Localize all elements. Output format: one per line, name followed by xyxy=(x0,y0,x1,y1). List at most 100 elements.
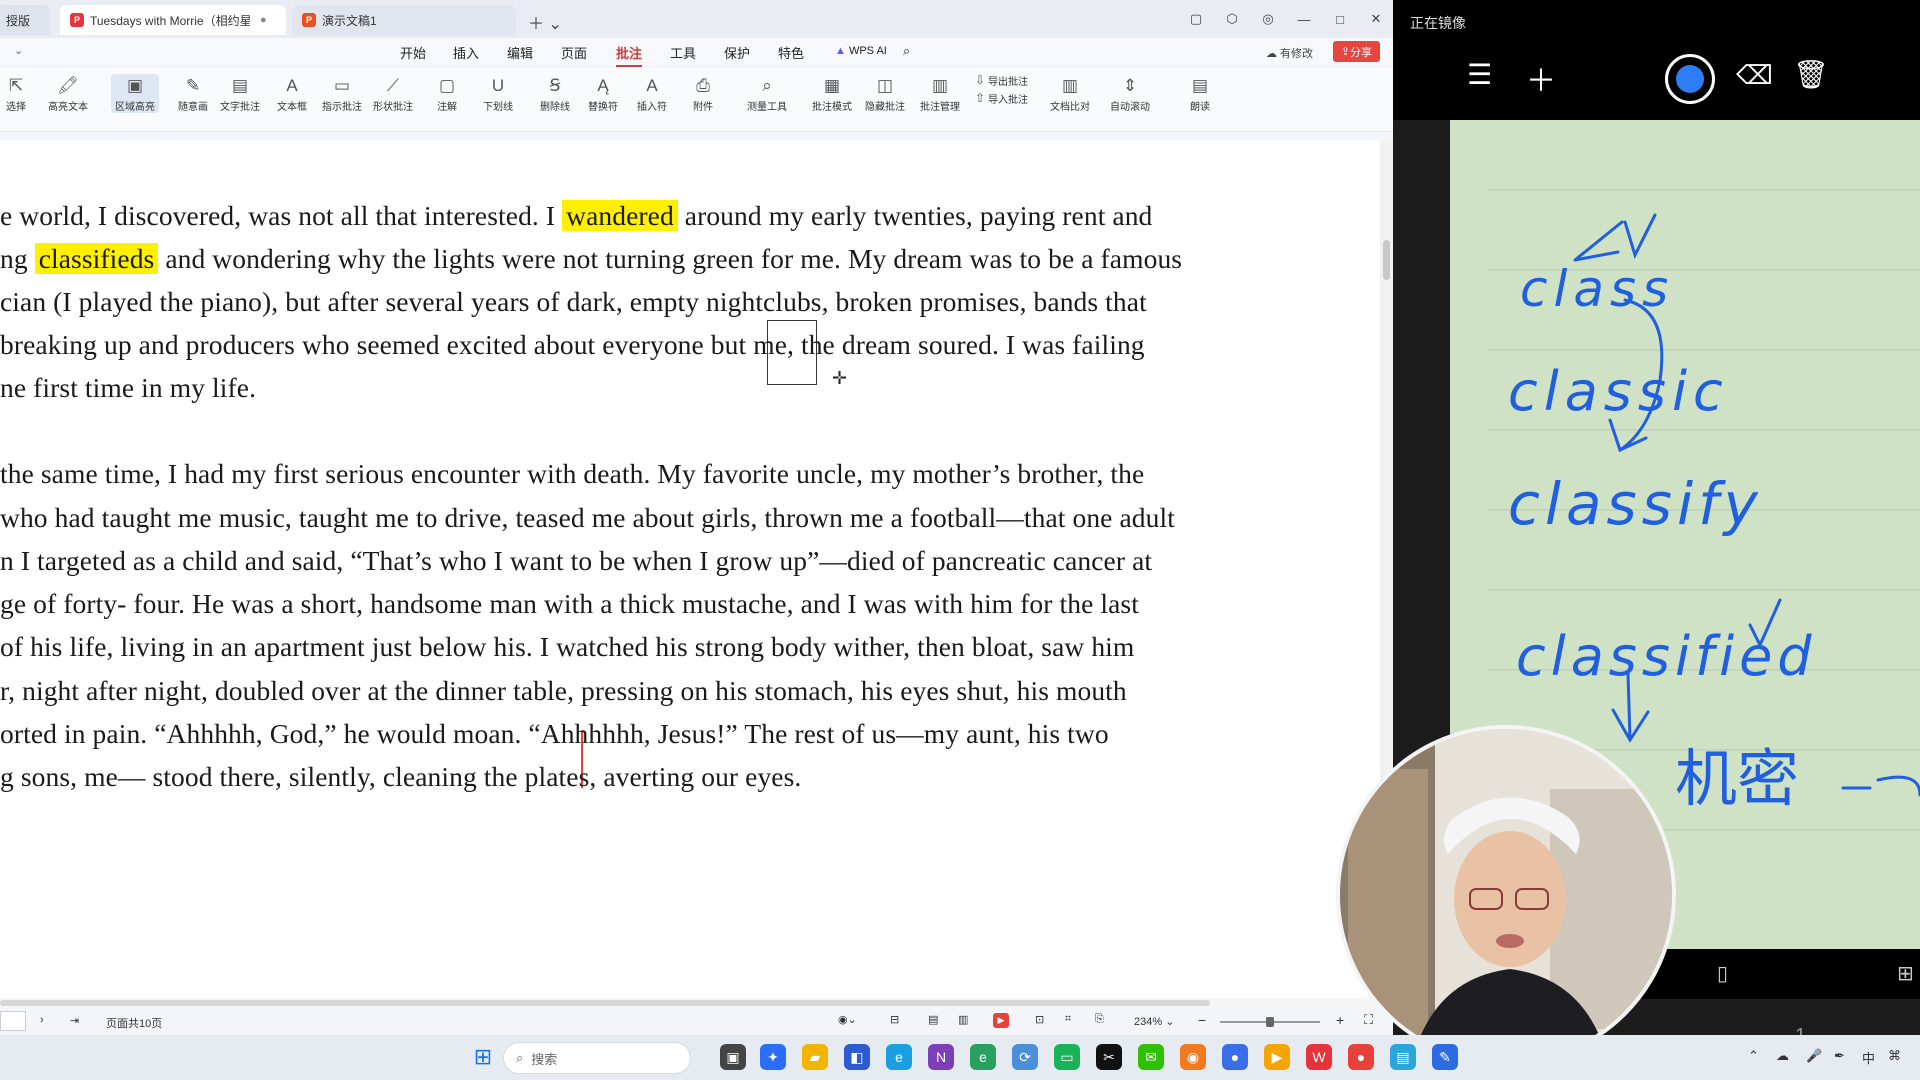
search-icon[interactable]: ⌕ xyxy=(903,43,910,59)
tool-strikethrough[interactable]: Ꞩ 删除线 xyxy=(540,74,570,113)
doc-text-line[interactable]: breaking up and producers who seemed exc… xyxy=(0,329,1145,361)
menu-start[interactable]: 开始 xyxy=(400,43,426,62)
pen-tray-icon[interactable]: ✒ xyxy=(1834,1048,1845,1064)
doc-text-line[interactable]: who had taught me music, taught me to dr… xyxy=(0,502,1175,534)
pen-color-button[interactable] xyxy=(1665,54,1715,104)
skin-icon[interactable]: ⬡ xyxy=(1215,8,1249,30)
capcut-icon[interactable]: ✂ xyxy=(1096,1044,1122,1070)
doc-text-line[interactable]: g sons, me— stood there, silently, clean… xyxy=(0,761,801,793)
tool-compare[interactable]: ▥ 文档比对 xyxy=(1050,74,1090,113)
horizontal-scrollbar[interactable] xyxy=(0,998,1380,1008)
menu-features[interactable]: 特色 xyxy=(778,43,804,62)
zoom-level[interactable]: 234% ⌄ xyxy=(1134,1015,1174,1028)
blue-app-icon[interactable]: ● xyxy=(1222,1044,1248,1070)
tool-comment-manage[interactable]: ▥ 批注管理 xyxy=(920,74,960,113)
tool-comment-mode[interactable]: ▦ 批注模式 xyxy=(812,74,852,113)
share-button[interactable]: ⇪ 分享 xyxy=(1332,41,1380,62)
tool-read-aloud[interactable]: ▤ 朗读 xyxy=(1190,74,1210,113)
actual-size-icon[interactable]: ⌗ xyxy=(1065,1013,1071,1026)
zoom-out-icon[interactable]: − xyxy=(1198,1012,1206,1028)
orange-app-icon[interactable]: ◉ xyxy=(1180,1044,1206,1070)
menu-chevron-down-icon[interactable]: ⌄ xyxy=(14,44,23,57)
network-icon[interactable]: ⌘ xyxy=(1888,1048,1901,1064)
tab-close-dot-icon[interactable]: ● xyxy=(260,14,267,26)
green-app-icon[interactable]: ▭ xyxy=(1054,1044,1080,1070)
tool-area-highlight[interactable]: ▣ 区域高亮 xyxy=(111,74,159,113)
tool-textbox[interactable]: A 文本框 xyxy=(277,74,307,113)
tool-underline[interactable]: U 下划线 xyxy=(483,74,513,113)
tab-tuesdays-with-morrie[interactable]: P Tuesdays with Morrie（相约星 ● xyxy=(60,5,286,35)
bookmark-icon[interactable]: ⎘ xyxy=(1095,1013,1104,1026)
menu-page[interactable]: 页面 xyxy=(561,43,587,62)
tool-shape-comment[interactable]: ⟋ 形状批注 xyxy=(373,74,413,113)
tray-chevron-icon[interactable]: ⌃ xyxy=(1748,1048,1759,1064)
network-app-icon[interactable]: ⟳ xyxy=(1012,1044,1038,1070)
doc-text-line[interactable]: orted in pain. “Ahhhhh, God,” he would m… xyxy=(0,718,1109,750)
scrollbar-thumb[interactable] xyxy=(0,1000,1210,1006)
next-page-icon[interactable]: › xyxy=(40,1014,44,1026)
menu-tools[interactable]: 工具 xyxy=(670,43,696,62)
add-icon[interactable]: ＋ xyxy=(1526,56,1556,100)
has-edit-indicator[interactable]: ☁ 有修改 xyxy=(1266,45,1313,61)
last-page-icon[interactable]: ⇥ xyxy=(70,1014,79,1027)
microphone-icon[interactable]: 🎤 xyxy=(1806,1048,1822,1064)
zoom-in-icon[interactable]: + xyxy=(1336,1012,1344,1028)
edge-icon[interactable]: e xyxy=(886,1044,912,1070)
tool-callout[interactable]: ▭ 指示批注 xyxy=(322,74,362,113)
tab-presentation1[interactable]: P 演示文稿1 xyxy=(292,5,516,35)
eraser-icon[interactable]: ⌫ xyxy=(1736,60,1773,91)
doc-text-line[interactable]: ng classifieds and wondering why the lig… xyxy=(0,243,1182,275)
ime-icon[interactable]: 中 xyxy=(1862,1048,1875,1067)
menu-icon[interactable]: ☰ xyxy=(1467,58,1492,91)
menu-comment[interactable]: 批注 xyxy=(616,43,643,67)
wps-icon[interactable]: W xyxy=(1306,1044,1332,1070)
tool-replace[interactable]: Ą 替换符 xyxy=(588,74,618,113)
tool-freehand[interactable]: ✎ 随意画 xyxy=(178,74,208,113)
wechat-icon[interactable]: ✉ xyxy=(1138,1044,1164,1070)
doc-text-line[interactable]: e world, I discovered, was not all that … xyxy=(0,200,1152,232)
doc-text-line[interactable]: n I targeted as a child and said, “That’… xyxy=(0,545,1152,577)
tool-attachment[interactable]: ⎙ 附件 xyxy=(693,74,713,113)
tile-icon[interactable]: ▢ xyxy=(1179,8,1213,30)
trash-icon[interactable]: 🗑 xyxy=(1793,58,1829,91)
zoom-slider-knob[interactable] xyxy=(1266,1017,1274,1027)
edge-dev-icon[interactable]: e xyxy=(970,1044,996,1070)
close-icon[interactable]: ✕ xyxy=(1359,8,1393,30)
scrollbar-thumb[interactable] xyxy=(1383,240,1390,280)
single-page-icon[interactable]: ▤ xyxy=(928,1013,938,1026)
tray-app-icon[interactable]: ☁ xyxy=(1776,1048,1789,1064)
taskbar-search[interactable]: ⌕ 搜索 xyxy=(503,1042,691,1074)
tool-export-comment[interactable]: ⇩ 导出批注 xyxy=(975,72,1028,88)
eye-icon[interactable]: ◉⌄ xyxy=(838,1013,857,1026)
cyan-app-icon[interactable]: ▤ xyxy=(1390,1044,1416,1070)
new-tab-icon[interactable]: ＋ ⌄ xyxy=(528,10,562,34)
maximize-icon[interactable]: □ xyxy=(1323,8,1357,30)
page-number-field[interactable] xyxy=(0,1011,26,1031)
widgets-icon[interactable]: ✦ xyxy=(760,1044,786,1070)
settings-icon[interactable]: ◎ xyxy=(1251,8,1285,30)
minimize-icon[interactable]: — xyxy=(1287,8,1321,30)
fit-page-icon[interactable]: ⊟ xyxy=(890,1013,899,1026)
play-icon[interactable]: ▶ xyxy=(993,1013,1009,1028)
fit-width-icon[interactable]: ⊡ xyxy=(1035,1013,1044,1026)
wps-ai-button[interactable]: ▲ WPS AI xyxy=(835,45,887,57)
red-app-icon[interactable]: ● xyxy=(1348,1044,1374,1070)
menu-protect[interactable]: 保护 xyxy=(724,43,750,62)
tool-note[interactable]: ▢ 注解 xyxy=(437,74,457,113)
tool-text-comment[interactable]: ▤ 文字批注 xyxy=(220,74,260,113)
doc-text-line[interactable]: cian (I played the piano), but after sev… xyxy=(0,286,1147,318)
grid-icon[interactable]: ⊞ xyxy=(1897,961,1914,986)
menu-edit[interactable]: 编辑 xyxy=(507,43,533,62)
tool-autoscroll[interactable]: ⇕ 自动滚动 xyxy=(1110,74,1150,113)
store-icon[interactable]: ◧ xyxy=(844,1044,870,1070)
doc-text-line[interactable]: the same time, I had my first serious en… xyxy=(0,458,1144,490)
task-view-icon[interactable]: ▣ xyxy=(720,1044,746,1070)
fullscreen-icon[interactable]: ⛶ xyxy=(1364,1012,1373,1028)
phone-icon[interactable]: ▯ xyxy=(1717,961,1728,986)
file-explorer-icon[interactable]: ▰ xyxy=(802,1044,828,1070)
doc-text-line[interactable]: of his life, living in an apartment just… xyxy=(0,631,1134,663)
menu-insert[interactable]: 插入 xyxy=(453,43,479,62)
tool-measure[interactable]: ⌕ 测量工具 xyxy=(747,74,787,113)
onenote-icon[interactable]: N xyxy=(928,1044,954,1070)
notes-app-icon[interactable]: ✎ xyxy=(1432,1044,1458,1070)
